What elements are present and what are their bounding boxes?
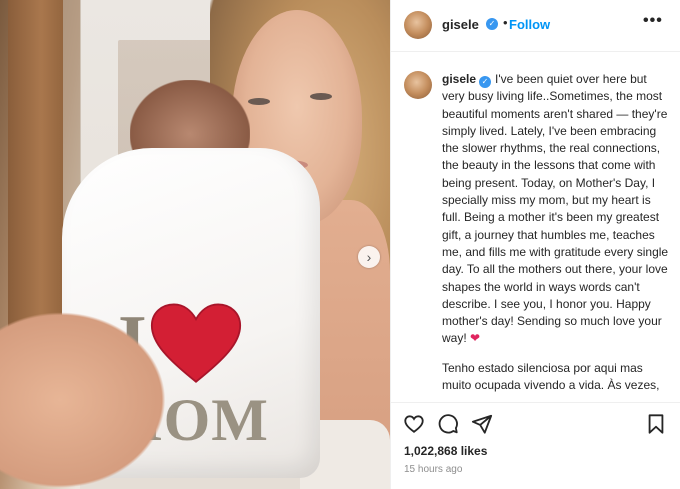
red-heart-emoji: ❤	[470, 331, 481, 346]
post-caption: gisele ✓ I've been quiet over here but ver…	[442, 71, 672, 393]
background-door	[8, 0, 63, 340]
header-separator: •	[503, 15, 508, 30]
carousel-next-button[interactable]: ›	[358, 246, 380, 268]
post-header: gisele ✓ • Follow •••	[391, 0, 680, 52]
heart-outline-icon[interactable]	[403, 413, 425, 435]
paper-plane-icon[interactable]	[471, 413, 493, 435]
woman-arm	[0, 300, 180, 489]
post-photo[interactable]: I MOM ›	[0, 0, 390, 489]
header-username[interactable]: gisele	[442, 17, 479, 32]
more-options-icon[interactable]: •••	[643, 12, 663, 30]
verified-badge-icon: ✓	[479, 76, 492, 88]
caption-avatar[interactable]	[404, 71, 432, 99]
caption-paragraph-1: I've been quiet over here but very busy …	[442, 72, 669, 346]
caption-area[interactable]: gisele ✓ I've been quiet over here but ver…	[391, 53, 680, 393]
post-side-panel: gisele ✓ • Follow ••• gisele ✓ I've been q…	[390, 0, 680, 489]
follow-button[interactable]: Follow	[509, 17, 550, 32]
like-count[interactable]: 1,022,868 likes	[404, 444, 487, 458]
profile-avatar[interactable]	[404, 11, 432, 39]
bookmark-icon[interactable]	[645, 413, 667, 435]
instagram-post: I MOM › gisele ✓ • Follow ••• gisele✓I'v…	[0, 0, 680, 489]
comment-bubble-icon[interactable]	[437, 413, 459, 435]
post-timestamp: 15 hours ago	[404, 464, 463, 475]
verified-badge-icon: ✓	[486, 18, 498, 30]
caption-paragraph-2: Tenho estado silenciosa por aqui mas mui…	[442, 360, 660, 393]
action-bar	[391, 402, 680, 440]
woman-right-eye	[310, 93, 332, 100]
caption-username[interactable]: gisele	[442, 72, 476, 86]
woman-left-eye	[248, 98, 270, 105]
